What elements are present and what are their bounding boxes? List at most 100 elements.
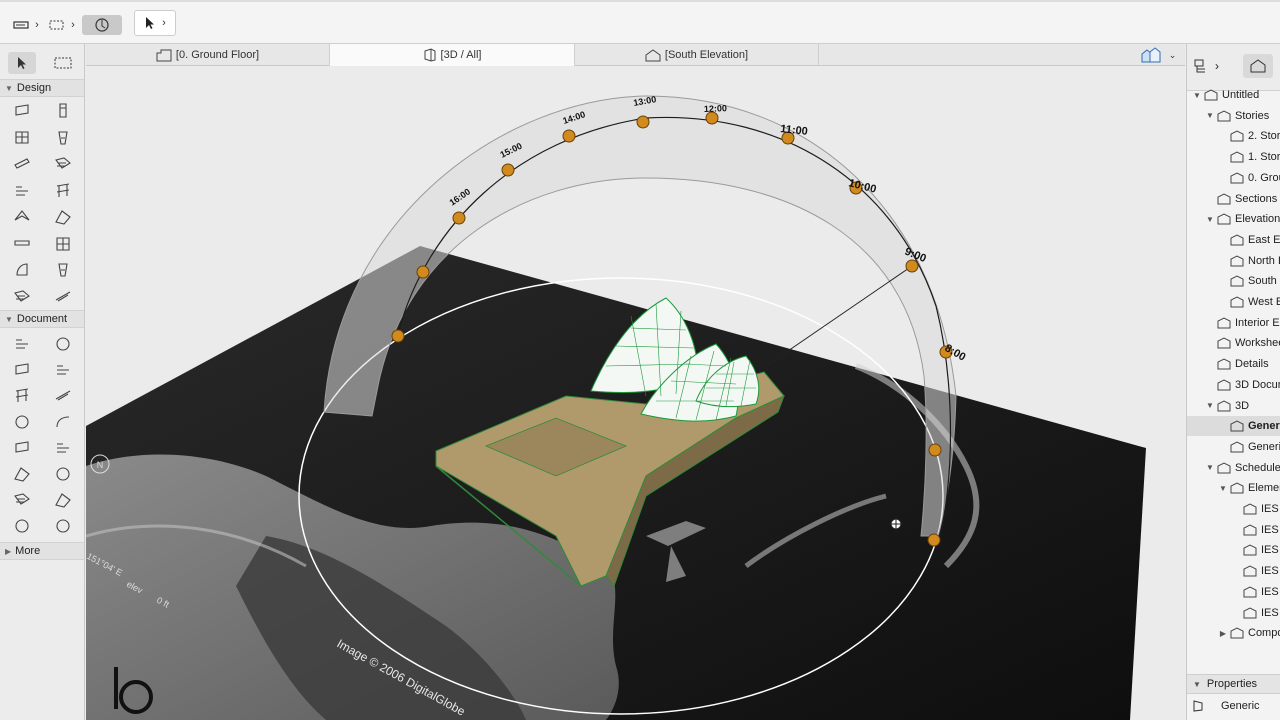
sun-position-marker[interactable]: [636, 115, 650, 129]
dimension[interactable]: [8, 333, 36, 355]
chevron-right-icon[interactable]: ›: [68, 15, 78, 35]
tree-item[interactable]: ▶ Components: [1187, 623, 1280, 643]
tree-item[interactable]: ▼ Schedules: [1187, 458, 1280, 478]
tree-item[interactable]: East Elevation: [1187, 230, 1280, 250]
skylight-tool[interactable]: [8, 259, 36, 281]
shell-tool[interactable]: [8, 206, 36, 228]
tree-item[interactable]: 3D Documents: [1187, 375, 1280, 395]
polyline-select-button[interactable]: [10, 15, 32, 35]
triangle-down-icon[interactable]: ▼: [1204, 463, 1216, 472]
window-tool[interactable]: [49, 233, 77, 255]
tree-item[interactable]: 0. Ground Floor: [1187, 168, 1280, 188]
zone-tool[interactable]: [8, 286, 36, 308]
navigator-mode-button[interactable]: ›: [1193, 58, 1219, 74]
slab-tool[interactable]: [8, 153, 36, 175]
tree-item[interactable]: Generic Axonometry: [1187, 437, 1280, 457]
beam-tool[interactable]: [8, 127, 36, 149]
triangle-down-icon[interactable]: ▼: [1191, 91, 1203, 100]
line[interactable]: [49, 385, 77, 407]
tree-item[interactable]: IES: [1187, 540, 1280, 560]
chevron-right-icon[interactable]: ›: [32, 15, 42, 35]
text[interactable]: [8, 359, 36, 381]
sun-position-marker[interactable]: [562, 129, 576, 143]
triangle-down-icon[interactable]: ▼: [1204, 215, 1216, 224]
tree-item[interactable]: IES: [1187, 603, 1280, 623]
tree-item[interactable]: ▼ 3D: [1187, 396, 1280, 416]
level[interactable]: [8, 463, 36, 485]
3d-scene[interactable]: 8:009:0010:0011:0012:0013:0014:0015:0016…: [86, 66, 1185, 720]
tree-item[interactable]: ▼ Elevations: [1187, 209, 1280, 229]
3d-viewport[interactable]: 8:00 9:00 10:00 11:00 12:00 13:00 14:00 15:00 16…: [86, 66, 1185, 720]
circle[interactable]: [8, 411, 36, 433]
curtain-wall-tool[interactable]: [49, 206, 77, 228]
tree-item-label: Worksheets: [1235, 337, 1280, 350]
door-tool[interactable]: [49, 127, 77, 149]
marquee-button[interactable]: [46, 15, 68, 35]
fill[interactable]: [8, 385, 36, 407]
radial-dimension[interactable]: [49, 333, 77, 355]
triangle-right-icon[interactable]: ▶: [1217, 629, 1229, 638]
tree-item[interactable]: 2. Story: [1187, 126, 1280, 146]
tree-item[interactable]: 1. Story: [1187, 147, 1280, 167]
triangle-down-icon[interactable]: ▼: [1217, 484, 1229, 493]
tab-ground-floor[interactable]: [0. Ground Floor]: [86, 44, 330, 66]
tree-item[interactable]: IES: [1187, 520, 1280, 540]
arrow-tool-button[interactable]: ›: [134, 10, 176, 36]
railing-tool[interactable]: [49, 180, 77, 202]
roof-tool[interactable]: [8, 180, 36, 202]
spline[interactable]: [49, 437, 77, 459]
triangle-down-icon[interactable]: ▼: [1204, 401, 1216, 410]
tree-item[interactable]: IES: [1187, 499, 1280, 519]
tab-label: [3D / All]: [440, 49, 482, 61]
tree-item[interactable]: IES: [1187, 561, 1280, 581]
sun-position-marker[interactable]: [452, 211, 466, 225]
sun-position-marker[interactable]: [391, 329, 405, 343]
more-section-header[interactable]: ▶ More: [0, 542, 84, 560]
tab-south-elevation[interactable]: [South Elevation]: [575, 44, 819, 66]
triangle-down-icon: ▼: [1193, 679, 1201, 689]
sun-position-marker[interactable]: [416, 265, 430, 279]
tree-item[interactable]: IES: [1187, 582, 1280, 602]
tree-item[interactable]: Sections: [1187, 189, 1280, 209]
tree-item[interactable]: North Elevation: [1187, 251, 1280, 271]
stair-tool[interactable]: [49, 153, 77, 175]
triangle-down-icon[interactable]: ▼: [1204, 111, 1216, 120]
figure[interactable]: [8, 489, 36, 511]
polyline[interactable]: [8, 437, 36, 459]
drawing[interactable]: [49, 489, 77, 511]
hotspot[interactable]: [49, 463, 77, 485]
tree-item[interactable]: Worksheets: [1187, 333, 1280, 353]
arc[interactable]: [49, 411, 77, 433]
label[interactable]: [49, 359, 77, 381]
sun-position-marker[interactable]: [927, 533, 941, 547]
mesh-tool[interactable]: [49, 286, 77, 308]
sun-position-marker[interactable]: [501, 163, 515, 177]
view-options-button[interactable]: ⌄: [1136, 44, 1180, 66]
properties-header[interactable]: ▼ Properties: [1187, 674, 1280, 694]
document-section-header[interactable]: ▼ Document: [0, 310, 84, 328]
tree-item[interactable]: West Elevation: [1187, 292, 1280, 312]
tree-item[interactable]: Details: [1187, 354, 1280, 374]
design-section-header[interactable]: ▼ Design: [0, 79, 84, 97]
project-map-tab[interactable]: [1243, 54, 1273, 78]
sun-position-marker[interactable]: [928, 443, 942, 457]
interior[interactable]: [49, 515, 77, 537]
orbit-button[interactable]: [82, 15, 122, 35]
tree-item[interactable]: Generic Perspective: [1187, 416, 1280, 437]
tree-item[interactable]: Interior Elevations: [1187, 313, 1280, 333]
tree-item[interactable]: South Elevation: [1187, 271, 1280, 291]
tree-item[interactable]: ▼ Element: [1187, 478, 1280, 498]
tree-item[interactable]: ▼ Untitled: [1187, 85, 1280, 105]
marquee-tool[interactable]: [49, 52, 77, 74]
morph-tool[interactable]: [8, 233, 36, 255]
column-tool[interactable]: [49, 100, 77, 122]
wall-tool[interactable]: [8, 100, 36, 122]
object-tool[interactable]: [49, 259, 77, 281]
table-icon: [1242, 502, 1258, 516]
tab-3d-all[interactable]: [3D / All]: [330, 44, 575, 66]
section[interactable]: [8, 515, 36, 537]
elevation-icon: [1229, 295, 1245, 309]
perspective-icon: [1193, 700, 1203, 712]
tree-item[interactable]: ▼ Stories: [1187, 106, 1280, 126]
arrow-select-tool[interactable]: [8, 52, 36, 74]
